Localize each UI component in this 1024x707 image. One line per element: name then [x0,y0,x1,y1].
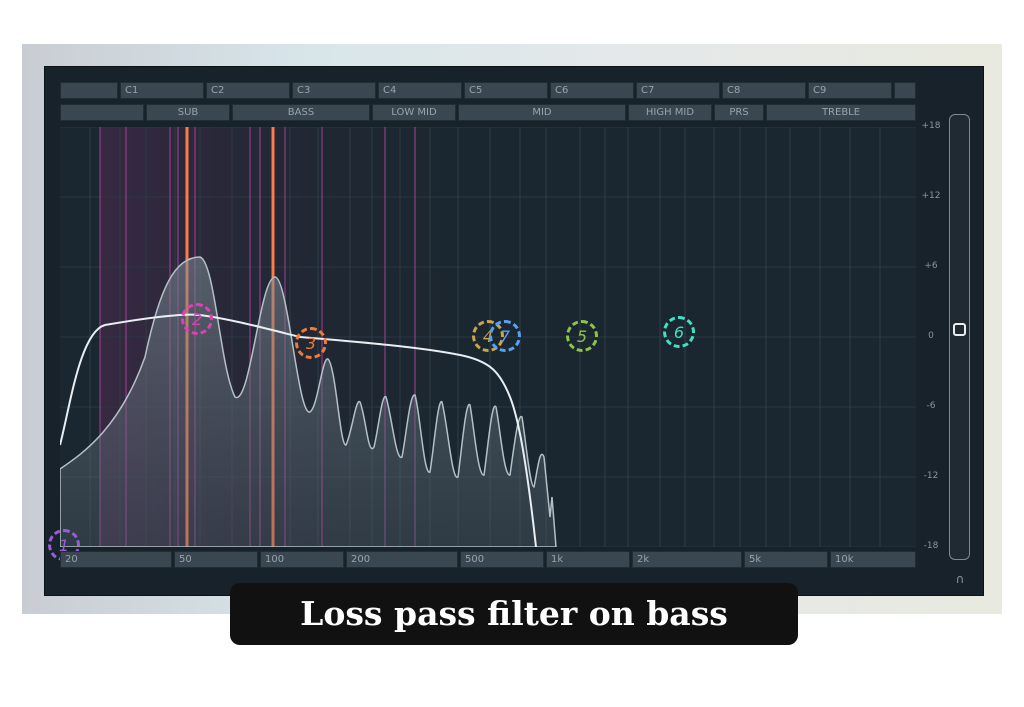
note-cell-c8: C8 [722,82,806,99]
freq-label: 10k [830,551,916,568]
db-label: 0 [928,331,934,341]
freq-label: 20 [60,551,172,568]
db-label: -12 [923,471,939,481]
note-cell-c1: C1 [120,82,204,99]
note-row: C1 C2 C3 C4 C5 C6 C7 C8 C9 [60,82,916,99]
note-cell-c4: C4 [378,82,462,99]
freq-label: 100 [260,551,344,568]
band-cell-low-mid: LOW MID [372,104,456,121]
db-label: -6 [926,401,936,411]
band-node-label: 6 [673,322,685,342]
band-cell [60,104,144,121]
db-label: +12 [921,191,941,201]
band-cell-treble: TREBLE [766,104,916,121]
note-cell [894,82,916,99]
note-cell-c6: C6 [550,82,634,99]
headphone-icon[interactable]: ∩ [952,572,968,586]
band-cell-prs: PRS [714,104,764,121]
note-cell [60,82,118,99]
db-label: -18 [923,541,939,551]
freq-label: 1k [546,551,630,568]
band-node-label: 2 [191,309,203,329]
db-label: +6 [924,261,938,271]
band-node-6[interactable]: 6 [663,316,695,348]
output-gain-handle[interactable] [953,323,966,336]
band-cell-high-mid: HIGH MID [628,104,712,121]
db-label: +18 [921,121,941,131]
freq-label: 2k [632,551,742,568]
note-cell-c3: C3 [292,82,376,99]
note-cell-c7: C7 [636,82,720,99]
freq-label: 5k [744,551,828,568]
band-node-label: 5 [576,326,588,346]
frequency-axis: 20 50 100 200 500 1k 2k 5k 10k [60,551,916,568]
note-cell-c5: C5 [464,82,548,99]
note-cell-c9: C9 [808,82,892,99]
freq-label: 50 [174,551,258,568]
band-node-3[interactable]: 3 [295,327,327,359]
band-node-label: 7 [499,326,511,346]
freq-label: 500 [460,551,544,568]
freq-label: 200 [346,551,458,568]
band-node-2[interactable]: 2 [181,303,213,335]
band-cell-mid: MID [458,104,626,121]
band-node-7[interactable]: 7 [489,320,521,352]
band-cell-bass: BASS [232,104,370,121]
band-node-label: 3 [305,333,317,353]
note-cell-c2: C2 [206,82,290,99]
output-meter [949,114,970,560]
band-cell-sub: SUB [146,104,230,121]
band-node-5[interactable]: 5 [566,320,598,352]
caption: Loss pass filter on bass element [230,583,798,695]
band-row: SUB BASS LOW MID MID HIGH MID PRS TREBLE [60,104,916,121]
